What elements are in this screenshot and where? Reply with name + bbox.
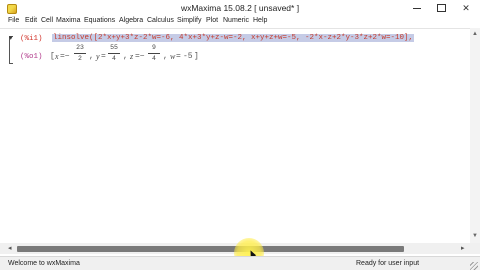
menu-bar: File Edit Cell Maxima Equations Algebra … [0,16,480,28]
vertical-scrollbar[interactable]: ▲ ▼ [470,28,480,243]
input-expression[interactable]: linsolve([2*x+y+3*z-2*w=-6, 4*x+3*y+z-w=… [52,34,415,42]
scroll-left-icon[interactable]: ◂ [8,244,12,252]
menu-equations[interactable]: Equations [84,17,115,24]
output-var-y: y [96,52,100,61]
title-bar: wxMaxima 15.08.2 [ unsaved* ] ✕ [0,0,480,17]
output-var-w: w [170,52,176,61]
minimize-button[interactable] [406,0,428,17]
output-var-z: z [130,52,134,61]
scroll-up-icon[interactable]: ▲ [472,31,478,37]
output-frac-y: 55 4 [108,44,120,63]
menu-numeric[interactable]: Numeric [223,17,249,24]
cell-collapse-marker[interactable]: ▾ [9,34,13,42]
resize-grip-icon[interactable] [470,262,478,270]
menu-file[interactable]: File [8,17,19,24]
status-bar: Welcome to wxMaxima Ready for user input [0,256,480,270]
output-frac-x: 23 2 [74,44,86,63]
maximize-button[interactable] [430,0,452,17]
menu-plot[interactable]: Plot [206,17,218,24]
menu-simplify[interactable]: Simplify [177,17,202,24]
output-line: (%o1) [ x =− 23 2 , y = 55 4 , z =− 9 4 … [20,44,199,63]
scroll-right-icon[interactable]: ▸ [461,244,465,252]
menu-help[interactable]: Help [253,17,267,24]
input-label: (%i1) [20,35,43,43]
output-value-w: -5 [183,52,193,61]
output-close-bracket: ] [194,52,199,61]
close-button[interactable]: ✕ [452,0,480,17]
status-ready: Ready for user input [356,260,420,267]
output-var-x: x [55,52,59,61]
menu-cell[interactable]: Cell [41,17,53,24]
horizontal-scroll-thumb[interactable] [17,246,404,252]
status-message: Welcome to wxMaxima [8,260,80,267]
menu-maxima[interactable]: Maxima [56,17,81,24]
output-frac-z: 9 4 [148,44,160,63]
output-label: (%o1) [20,53,43,61]
menu-algebra[interactable]: Algebra [119,17,143,24]
menu-edit[interactable]: Edit [25,17,37,24]
menu-calculus[interactable]: Calculus [147,17,174,24]
scroll-down-icon[interactable]: ▼ [472,233,478,239]
